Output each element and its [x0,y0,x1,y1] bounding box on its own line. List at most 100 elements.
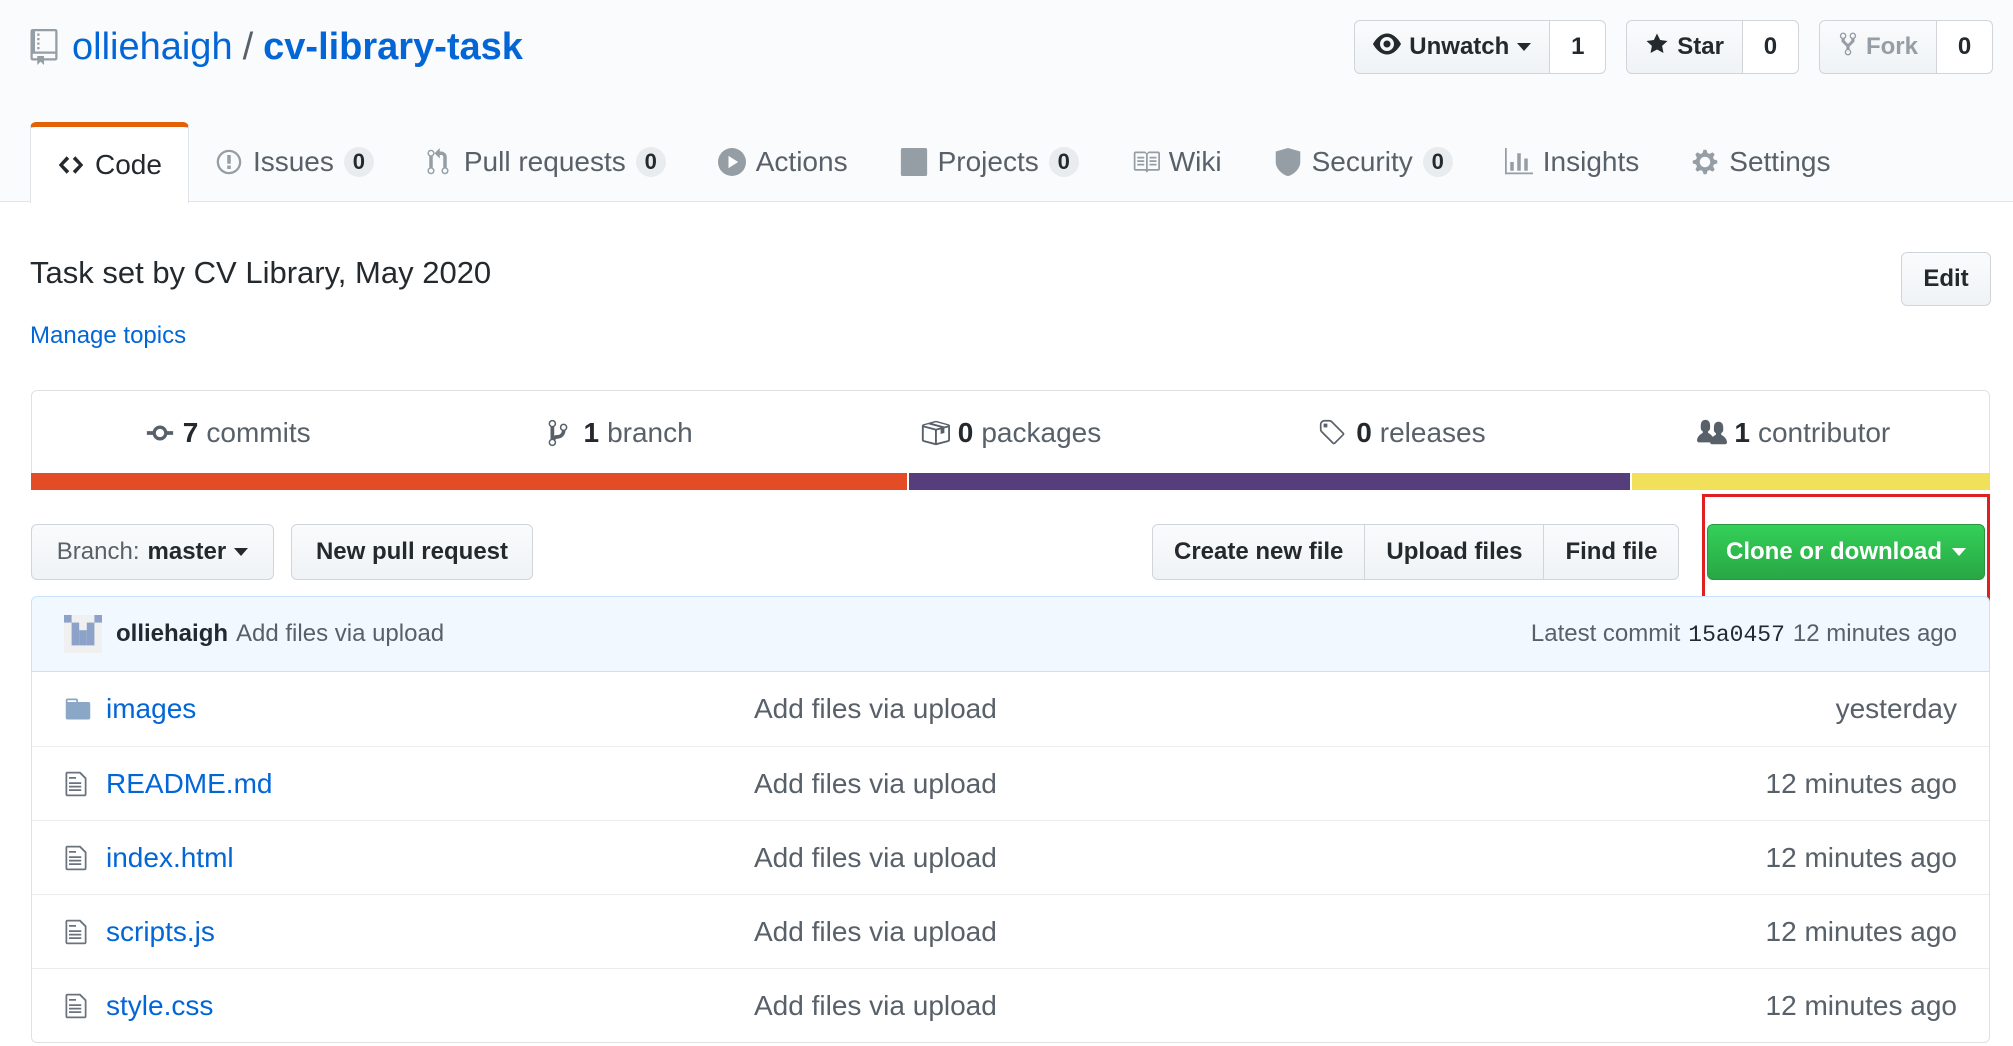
clone-label: Clone or download [1726,538,1942,565]
tab-label: Wiki [1168,146,1222,177]
package-icon [920,418,950,448]
file-age: 12 minutes ago [1765,915,1957,947]
repo-header: olliehaigh / cv-library-task Unwatch 1 S… [0,0,2013,203]
packages-link[interactable]: 0 packages [815,391,1206,475]
tab-label: Settings [1729,146,1831,177]
code-icon [57,151,85,179]
file-row: images Add files via upload yesterday [32,672,1989,746]
file-commit-message[interactable]: Add files via upload [754,990,997,1022]
create-new-file-button[interactable]: Create new file [1152,524,1366,580]
file-age: 12 minutes ago [1765,841,1957,873]
latest-commit-prefix: Latest commit [1530,620,1681,647]
language-segment[interactable] [906,473,1630,490]
issues-counter: 0 [343,147,374,177]
fork-group: Fork 0 [1818,20,1993,74]
star-label: Star [1677,33,1724,60]
file-icon [64,918,92,946]
chevron-down-icon [1952,548,1966,556]
chevron-down-icon [1517,43,1532,51]
file-commit-message[interactable]: Add files via upload [754,916,997,948]
latest-commit-info: Latest commit 15a0457 12 minutes ago [1531,620,1957,648]
file-name-link[interactable]: index.html [106,842,754,874]
branch-label: branch [607,417,693,448]
fork-count[interactable]: 0 [1937,20,1993,74]
find-file-button[interactable]: Find file [1543,524,1680,580]
file-row: index.html Add files via upload 12 minut… [32,820,1989,894]
tab-security[interactable]: Security 0 [1248,122,1479,202]
language-segment[interactable] [1629,473,1990,490]
language-segment[interactable] [31,473,907,490]
eye-icon [1373,33,1402,62]
unwatch-button[interactable]: Unwatch [1354,20,1551,74]
tab-pull-requests[interactable]: Pull requests 0 [400,122,692,202]
repo-name-link[interactable]: cv-library-task [263,26,523,69]
people-icon [1696,418,1728,448]
file-commit-message[interactable]: Add files via upload [754,693,997,725]
star-group: Star 0 [1626,20,1799,74]
repo-actions: Unwatch 1 Star 0 Fork 0 [1354,20,1993,74]
tab-settings[interactable]: Settings [1665,122,1856,202]
file-name-link[interactable]: images [106,693,754,725]
fork-label: Fork [1865,33,1918,60]
star-count[interactable]: 0 [1742,20,1799,74]
branches-link[interactable]: 1 branch [423,391,814,475]
file-icon [64,844,92,872]
file-icon [64,770,92,798]
repo-title: olliehaigh / cv-library-task [30,22,523,72]
projects-counter: 0 [1048,147,1079,177]
repo-separator: / [242,25,254,68]
commit-age: 12 minutes ago [1792,620,1957,647]
tab-code[interactable]: Code [30,122,189,203]
contributors-link[interactable]: 1 contributor [1598,391,1989,475]
edit-description-button[interactable]: Edit [1901,252,1991,306]
tab-projects[interactable]: Projects 0 [874,122,1105,202]
avatar[interactable] [64,615,102,653]
numbers-summary: 7 commits 1 branch 0 packages 0 releases… [31,390,1990,490]
file-age: 12 minutes ago [1765,767,1957,799]
new-pull-request-button[interactable]: New pull request [291,524,533,580]
branch-select-button[interactable]: Branch: master [31,524,274,580]
clone-or-download-button[interactable]: Clone or download [1707,524,1985,580]
file-name-link[interactable]: README.md [106,768,754,800]
file-list: images Add files via upload yesterday RE… [31,672,1990,1043]
commit-sha-link[interactable]: 15a0457 [1688,622,1785,648]
file-age: yesterday [1835,693,1957,724]
file-name-link[interactable]: scripts.js [106,916,754,948]
tab-wiki[interactable]: Wiki [1105,122,1248,202]
file-row: README.md Add files via upload 12 minute… [32,746,1989,820]
chevron-down-icon [234,548,249,556]
branch-count: 1 [583,417,600,448]
contributors-count: 1 [1734,417,1750,448]
file-commit-message[interactable]: Add files via upload [754,842,997,874]
fork-button[interactable]: Fork [1818,20,1937,74]
latest-commit-bar: olliehaigh Add files via upload Latest c… [31,596,1990,672]
tab-label: Actions [755,146,848,177]
tab-label: Projects [937,146,1039,177]
commit-message-link[interactable]: Add files via upload [236,620,444,648]
tab-label: Security [1311,146,1413,177]
unwatch-label: Unwatch [1409,33,1510,60]
commit-icon [145,418,175,448]
tab-insights[interactable]: Insights [1479,122,1666,202]
manage-topics-link[interactable]: Manage topics [30,322,186,350]
branch-icon [546,418,576,448]
star-icon [1645,32,1669,63]
file-commit-message[interactable]: Add files via upload [754,768,997,800]
issue-icon [215,148,243,176]
tab-actions[interactable]: Actions [692,122,874,202]
graph-icon [1504,148,1533,176]
upload-files-button[interactable]: Upload files [1364,524,1545,580]
file-row: style.css Add files via upload 12 minute… [32,968,1989,1042]
watch-count[interactable]: 1 [1550,20,1607,74]
language-bar[interactable] [31,473,1990,490]
repo-owner-link[interactable]: olliehaigh [72,26,233,69]
commit-author-link[interactable]: olliehaigh [116,620,228,648]
file-row: scripts.js Add files via upload 12 minut… [32,894,1989,968]
releases-link[interactable]: 0 releases [1206,391,1597,475]
commits-link[interactable]: 7 commits [32,391,423,475]
packages-label: packages [981,417,1102,448]
file-name-link[interactable]: style.css [106,990,754,1022]
repo-description: Task set by CV Library, May 2020 [30,255,492,290]
tab-issues[interactable]: Issues 0 [189,122,400,202]
star-button[interactable]: Star [1626,20,1743,74]
